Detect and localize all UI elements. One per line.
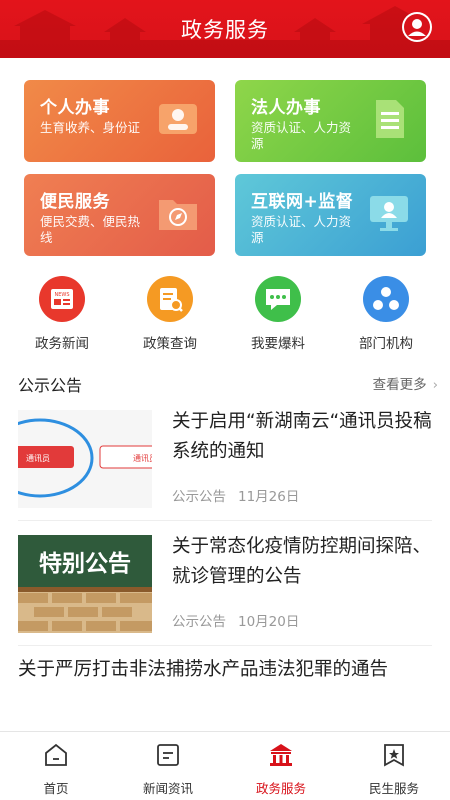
- tab-label: 民生服务: [368, 781, 419, 796]
- article-meta: 公示公告 10月20日: [172, 610, 311, 630]
- card-personal-affairs[interactable]: 个人办事 生育收养、身份证: [24, 80, 215, 162]
- quick-link-label: 政策查询: [143, 336, 197, 352]
- star-bookmark-icon: [384, 744, 404, 767]
- article-date: 11月26日: [238, 489, 300, 505]
- card-title: 法人办事: [251, 98, 321, 118]
- document-icon: [376, 100, 404, 138]
- quick-link-label: 我要爆料: [251, 336, 305, 352]
- article-item[interactable]: 关于严厉打击非法捕捞水产品违法犯罪的通告: [18, 655, 432, 685]
- chevron-right-icon: ›: [432, 377, 438, 393]
- quick-link-report-tip[interactable]: 我要爆料: [222, 276, 334, 352]
- article-title: 关于严厉打击非法捕捞水产品违法犯罪的通告: [18, 659, 389, 680]
- section-title: 公示公告: [18, 376, 83, 395]
- article-category: 公示公告: [172, 614, 226, 630]
- id-card-icon: [159, 104, 197, 134]
- tab-label: 新闻资讯: [142, 781, 193, 796]
- news-list-icon: [157, 744, 179, 766]
- quick-link-departments[interactable]: 部门机构: [330, 276, 442, 352]
- top-header: 政务服务: [0, 0, 450, 58]
- quick-link-label: 部门机构: [359, 336, 413, 352]
- card-subtitle: 便民交费、便民热线: [40, 214, 141, 245]
- policy-search-icon: [147, 276, 193, 322]
- quick-link-government-news[interactable]: NEWS 政务新闻: [6, 276, 118, 352]
- card-subtitle: 资质认证、人力资源: [251, 214, 352, 245]
- tab-news[interactable]: 新闻资讯: [112, 742, 224, 797]
- divider: [18, 520, 432, 521]
- card-convenience-services[interactable]: 便民服务 便民交费、便民热线: [24, 174, 215, 256]
- quick-link-policy-search[interactable]: 政策查询: [114, 276, 226, 352]
- article-title: 关于启用“新湖南云“通讯员投稿系统的通知: [172, 411, 432, 462]
- view-more-link[interactable]: 查看更多 ›: [373, 373, 438, 393]
- card-legal-person-affairs[interactable]: 法人办事 资质认证、人力资源: [235, 80, 426, 162]
- card-title: 便民服务: [40, 192, 110, 212]
- government-building-icon: [270, 744, 292, 766]
- quick-links: NEWS 政务新闻 政策查询 我要爆料 部门机构: [0, 276, 450, 356]
- announcements-header: 公示公告 查看更多 ›: [18, 370, 438, 395]
- card-subtitle: 资质认证、人力资源: [251, 120, 352, 151]
- chat-bubble-icon: [255, 276, 301, 322]
- service-cards: 个人办事 生育收养、身份证 法人办事 资质认证、人力资源 便民服务 便民交费、便…: [24, 80, 426, 256]
- compass-folder-icon: [159, 200, 197, 230]
- card-title: 互联网+监督: [251, 192, 354, 212]
- card-internet-supervision[interactable]: 互联网+监督 资质认证、人力资源: [235, 174, 426, 256]
- article-title: 关于常态化疫情防控期间探陪、就诊管理的公告: [172, 536, 432, 587]
- thumb-label: 特别公告: [39, 551, 131, 577]
- tab-label: 首页: [43, 781, 69, 796]
- user-avatar-icon[interactable]: [402, 12, 432, 42]
- article-thumbnail: 特别公告: [18, 535, 152, 633]
- news-icon: NEWS: [39, 276, 85, 322]
- bottom-tab-bar: 首页 新闻资讯 政务服务 民生服务: [0, 731, 450, 800]
- svg-text:NEWS: NEWS: [54, 292, 69, 298]
- thumb-label-a: 通讯员: [26, 453, 50, 463]
- home-icon: [45, 743, 67, 766]
- article-item[interactable]: 特别公告 关于常态化疫情防控期间探陪、就诊管理的公告 公示公告 10月20日: [18, 530, 432, 642]
- divider: [18, 645, 432, 646]
- tab-home[interactable]: 首页: [0, 742, 112, 797]
- tab-livelihood-services[interactable]: 民生服务: [338, 742, 450, 797]
- card-subtitle: 生育收养、身份证: [40, 120, 141, 135]
- quick-link-label: 政务新闻: [35, 336, 89, 352]
- view-more-label: 查看更多: [372, 377, 427, 393]
- tab-government-services[interactable]: 政务服务: [225, 742, 337, 797]
- article-item[interactable]: 通讯员 通讯员 关于启用“新湖南云“通讯员投稿系统的通知 公示公告 11月26日: [18, 405, 432, 517]
- article-date: 10月20日: [238, 614, 300, 630]
- organization-icon: [363, 276, 409, 322]
- tab-label: 政务服务: [255, 781, 306, 796]
- page-title: 政务服务: [181, 18, 269, 42]
- monitor-icon: [370, 196, 408, 231]
- article-category: 公示公告: [172, 489, 226, 505]
- card-title: 个人办事: [40, 98, 110, 118]
- thumb-label-b: 通讯员: [133, 453, 152, 463]
- article-thumbnail: 通讯员 通讯员: [18, 410, 152, 508]
- article-meta: 公示公告 11月26日: [172, 485, 311, 505]
